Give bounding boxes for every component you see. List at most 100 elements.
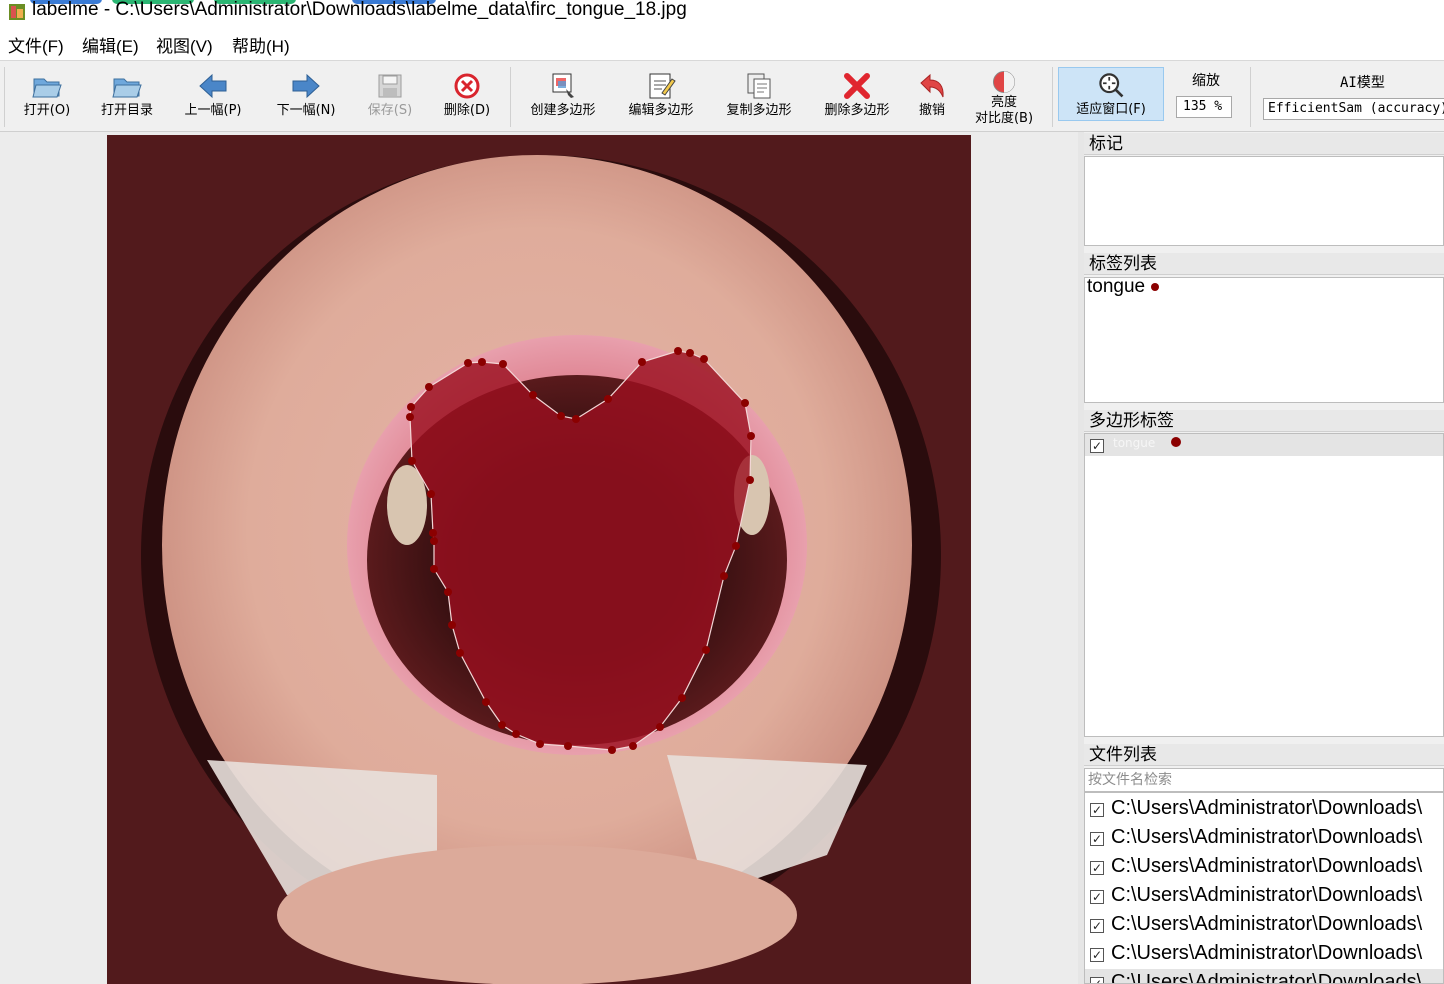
menu-help[interactable]: 帮助(H) bbox=[230, 32, 292, 57]
cross-icon bbox=[844, 73, 870, 99]
polygon-vertex-handle[interactable] bbox=[638, 358, 646, 366]
file-checkbox[interactable]: ✓ bbox=[1090, 832, 1104, 846]
polygon-vertex-handle[interactable] bbox=[536, 740, 544, 748]
polygon-label-row[interactable]: ✓ tongue bbox=[1085, 434, 1443, 456]
open-button[interactable]: 打开(O) bbox=[12, 65, 82, 127]
file-search-input[interactable]: 按文件名检索 bbox=[1084, 768, 1444, 792]
labelme-app-icon bbox=[9, 4, 25, 20]
open-label: 打开(O) bbox=[23, 103, 71, 118]
polygon-vertex-handle[interactable] bbox=[430, 565, 438, 573]
next-image-button[interactable]: 下一幅(N) bbox=[266, 65, 346, 127]
toolbar-separator bbox=[510, 67, 511, 127]
file-list-item[interactable]: ✓ C:\Users\Administrator\Downloads\ bbox=[1085, 824, 1443, 853]
copy-polygon-icon bbox=[747, 73, 771, 99]
image-canvas[interactable] bbox=[0, 132, 1078, 984]
file-list-item[interactable]: ✓ C:\Users\Administrator\Downloads\ bbox=[1085, 853, 1443, 882]
polygon-vertex-handle[interactable] bbox=[408, 457, 416, 465]
polygon-vertex-handle[interactable] bbox=[456, 649, 464, 657]
ai-model-select[interactable]: EfficientSam (accuracy) bbox=[1263, 98, 1444, 120]
file-path: C:\Users\Administrator\Downloads\ bbox=[1111, 855, 1423, 877]
polygon-vertex-handle[interactable] bbox=[499, 360, 507, 368]
polygon-vertex-handle[interactable] bbox=[678, 694, 686, 702]
zoom-spinbox[interactable]: 135 % bbox=[1176, 96, 1232, 118]
menu-bar: 文件(F) 编辑(E) 视图(V) 帮助(H) bbox=[0, 26, 1444, 61]
polygon-vertex-handle[interactable] bbox=[482, 698, 490, 706]
label-list-item[interactable]: tongue bbox=[1087, 278, 1160, 298]
edit-polygon-icon bbox=[649, 73, 676, 99]
file-list-item[interactable]: ✓ C:\Users\Administrator\Downloads\ bbox=[1085, 911, 1443, 940]
file-checkbox[interactable]: ✓ bbox=[1090, 919, 1104, 933]
file-checkbox[interactable]: ✓ bbox=[1090, 977, 1104, 983]
delete-polygon-label: 删除多边形 bbox=[824, 103, 890, 118]
file-list-item[interactable]: ✓ C:\Users\Administrator\Downloads\ bbox=[1085, 940, 1443, 969]
polygon-vertex-handle[interactable] bbox=[747, 432, 755, 440]
menu-file[interactable]: 文件(F) bbox=[6, 32, 66, 57]
create-polygon-button[interactable]: 创建多边形 bbox=[518, 65, 608, 127]
polygon-label-name: tongue bbox=[1113, 436, 1156, 450]
file-checkbox[interactable]: ✓ bbox=[1090, 948, 1104, 962]
polygon-vertex-handle[interactable] bbox=[448, 621, 456, 629]
file-list-panel[interactable]: ✓ C:\Users\Administrator\Downloads\ ✓ C:… bbox=[1084, 792, 1444, 984]
polygon-vertex-handle[interactable] bbox=[720, 572, 728, 580]
label-list-panel[interactable]: tongue bbox=[1084, 277, 1444, 403]
polygon-color-dot bbox=[1171, 437, 1181, 447]
open-dir-button[interactable]: 打开目录 bbox=[90, 65, 164, 127]
polygon-vertex-handle[interactable] bbox=[732, 542, 740, 550]
polygon-vertex-handle[interactable] bbox=[478, 358, 486, 366]
brightness-label-line1: 亮度 bbox=[990, 95, 1017, 110]
delete-polygon-button[interactable]: 删除多边形 bbox=[812, 65, 902, 127]
folder-icon bbox=[112, 78, 142, 98]
polygon-labels-panel[interactable]: ✓ tongue bbox=[1084, 433, 1444, 737]
file-list-item[interactable]: ✓ C:\Users\Administrator\Downloads\ bbox=[1085, 795, 1443, 824]
polygon-vertex-handle[interactable] bbox=[741, 399, 749, 407]
polygon-vertex-handle[interactable] bbox=[529, 391, 537, 399]
polygon-vertex-handle[interactable] bbox=[444, 588, 452, 596]
polygon-vertex-handle[interactable] bbox=[746, 476, 754, 484]
polygon-vertex-handle[interactable] bbox=[700, 355, 708, 363]
prev-image-button[interactable]: 上一幅(P) bbox=[174, 65, 252, 127]
file-path: C:\Users\Administrator\Downloads\ bbox=[1111, 826, 1423, 848]
file-list-item[interactable]: ✓ C:\Users\Administrator\Downloads\ bbox=[1085, 969, 1443, 983]
menu-edit[interactable]: 编辑(E) bbox=[80, 32, 141, 57]
polygon-vertex-handle[interactable] bbox=[406, 413, 414, 421]
undo-button[interactable]: 撤销 bbox=[910, 65, 954, 127]
create-polygon-icon bbox=[552, 73, 574, 98]
menu-view[interactable]: 视图(V) bbox=[154, 32, 215, 57]
polygon-vertex-handle[interactable] bbox=[407, 403, 415, 411]
brightness-label-line2: 对比度(B) bbox=[974, 111, 1034, 126]
polygon-vertex-handle[interactable] bbox=[429, 529, 437, 537]
edit-polygon-button[interactable]: 编辑多边形 bbox=[616, 65, 706, 127]
polygon-vertex-handle[interactable] bbox=[629, 742, 637, 750]
polygon-vertex-handle[interactable] bbox=[430, 537, 438, 545]
file-checkbox[interactable]: ✓ bbox=[1090, 803, 1104, 817]
copy-polygon-label: 复制多边形 bbox=[726, 103, 792, 118]
polygon-vertex-handle[interactable] bbox=[656, 723, 664, 731]
polygon-vertex-handle[interactable] bbox=[512, 730, 520, 738]
zoom-label: 缩放 bbox=[1192, 73, 1220, 89]
delete-file-button[interactable]: 删除(D) bbox=[434, 65, 500, 127]
file-checkbox[interactable]: ✓ bbox=[1090, 861, 1104, 875]
polygon-vertex-handle[interactable] bbox=[464, 359, 472, 367]
polygon-vertex-handle[interactable] bbox=[427, 490, 435, 498]
polygon-vertex-handle[interactable] bbox=[425, 383, 433, 391]
delete-label: 删除(D) bbox=[443, 103, 491, 118]
file-checkbox[interactable]: ✓ bbox=[1090, 890, 1104, 904]
polygon-vertex-handle[interactable] bbox=[702, 646, 710, 654]
polygon-vertex-handle[interactable] bbox=[557, 412, 565, 420]
polygon-vertex-handle[interactable] bbox=[498, 721, 506, 729]
copy-polygon-button[interactable]: 复制多边形 bbox=[714, 65, 804, 127]
save-button[interactable]: 保存(S) bbox=[358, 65, 422, 127]
polygon-vertex-handle[interactable] bbox=[572, 415, 580, 423]
fit-window-button[interactable]: 适应窗口(F) bbox=[1058, 67, 1164, 121]
polygon-vertex-handle[interactable] bbox=[564, 742, 572, 750]
brightness-contrast-button[interactable]: 亮度 对比度(B) bbox=[964, 65, 1044, 127]
save-label: 保存(S) bbox=[367, 103, 413, 118]
file-path: C:\Users\Administrator\Downloads\ bbox=[1111, 884, 1423, 906]
flags-panel[interactable] bbox=[1084, 156, 1444, 246]
polygon-vertex-handle[interactable] bbox=[608, 746, 616, 754]
polygon-visible-checkbox[interactable]: ✓ bbox=[1090, 439, 1104, 453]
polygon-vertex-handle[interactable] bbox=[674, 347, 682, 355]
polygon-vertex-handle[interactable] bbox=[686, 349, 694, 357]
polygon-vertex-handle[interactable] bbox=[604, 395, 612, 403]
file-list-item[interactable]: ✓ C:\Users\Administrator\Downloads\ bbox=[1085, 882, 1443, 911]
